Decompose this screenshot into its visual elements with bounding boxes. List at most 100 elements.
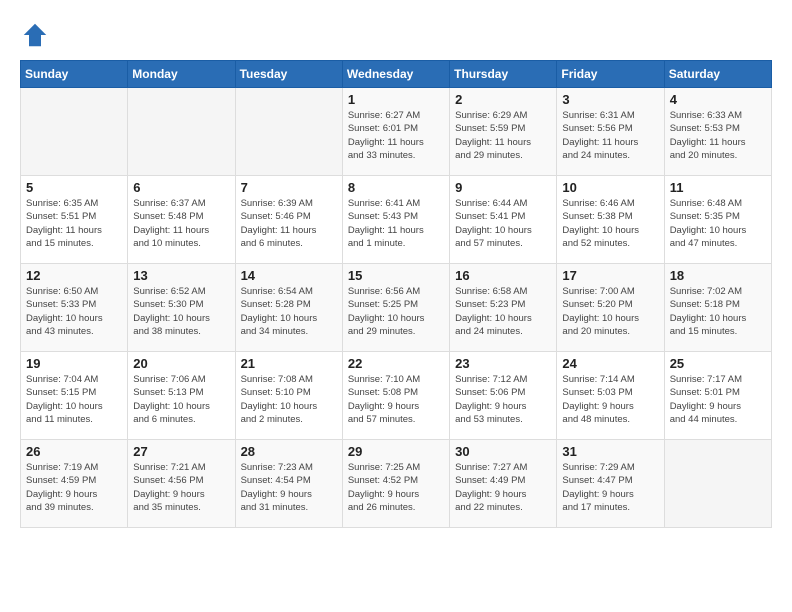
day-number: 4 [670, 92, 766, 107]
page-header [20, 20, 772, 50]
day-number: 13 [133, 268, 229, 283]
day-info: Sunrise: 6:35 AM Sunset: 5:51 PM Dayligh… [26, 197, 122, 250]
day-number: 30 [455, 444, 551, 459]
calendar-cell: 6Sunrise: 6:37 AM Sunset: 5:48 PM Daylig… [128, 176, 235, 264]
calendar-cell: 3Sunrise: 6:31 AM Sunset: 5:56 PM Daylig… [557, 88, 664, 176]
day-info: Sunrise: 6:54 AM Sunset: 5:28 PM Dayligh… [241, 285, 337, 338]
col-header-saturday: Saturday [664, 61, 771, 88]
calendar-cell [128, 88, 235, 176]
day-number: 23 [455, 356, 551, 371]
day-info: Sunrise: 6:44 AM Sunset: 5:41 PM Dayligh… [455, 197, 551, 250]
calendar-cell: 25 Sunrise: 7:17 AM Sunset: 5:01 PM Dayli… [664, 352, 771, 440]
day-number: 9 [455, 180, 551, 195]
day-info: Sunrise: 7:02 AM Sunset: 5:18 PM Dayligh… [670, 285, 766, 338]
day-info: Sunrise: 7:08 AM Sunset: 5:10 PM Dayligh… [241, 373, 337, 426]
day-number: 21 [241, 356, 337, 371]
day-number: 14 [241, 268, 337, 283]
day-number: 20 [133, 356, 229, 371]
day-info: Sunrise: 6:27 AM Sunset: 6:01 PM Dayligh… [348, 109, 444, 162]
day-info: Sunrise: 7:14 AM Sunset: 5:03 PM Dayligh… [562, 373, 658, 426]
calendar-header: SundayMondayTuesdayWednesdayThursdayFrid… [21, 61, 772, 88]
calendar-cell: 20 Sunrise: 7:06 AM Sunset: 5:13 PM Dayli… [128, 352, 235, 440]
day-number: 25 [670, 356, 766, 371]
day-info: Sunrise: 7:06 AM Sunset: 5:13 PM Dayligh… [133, 373, 229, 426]
day-info: Sunrise: 7:12 AM Sunset: 5:06 PM Dayligh… [455, 373, 551, 426]
logo-icon [20, 20, 50, 50]
day-info: Sunrise: 7:17 AM Sunset: 5:01 PM Dayligh… [670, 373, 766, 426]
calendar-cell: 18 Sunrise: 7:02 AM Sunset: 5:18 PM Dayli… [664, 264, 771, 352]
calendar-table: SundayMondayTuesdayWednesdayThursdayFrid… [20, 60, 772, 528]
calendar-cell [21, 88, 128, 176]
calendar-cell: 14 Sunrise: 6:54 AM Sunset: 5:28 PM Dayli… [235, 264, 342, 352]
calendar-cell: 15 Sunrise: 6:56 AM Sunset: 5:25 PM Dayli… [342, 264, 449, 352]
day-info: Sunrise: 7:25 AM Sunset: 4:52 PM Dayligh… [348, 461, 444, 514]
day-info: Sunrise: 6:52 AM Sunset: 5:30 PM Dayligh… [133, 285, 229, 338]
calendar-cell: 9 Sunrise: 6:44 AM Sunset: 5:41 PM Daylig… [450, 176, 557, 264]
day-info: Sunrise: 7:10 AM Sunset: 5:08 PM Dayligh… [348, 373, 444, 426]
day-number: 18 [670, 268, 766, 283]
day-info: Sunrise: 6:46 AM Sunset: 5:38 PM Dayligh… [562, 197, 658, 250]
day-info: Sunrise: 6:58 AM Sunset: 5:23 PM Dayligh… [455, 285, 551, 338]
calendar-cell: 19Sunrise: 7:04 AM Sunset: 5:15 PM Dayli… [21, 352, 128, 440]
calendar-cell: 29 Sunrise: 7:25 AM Sunset: 4:52 PM Dayli… [342, 440, 449, 528]
calendar-cell: 31Sunrise: 7:29 AM Sunset: 4:47 PM Dayli… [557, 440, 664, 528]
day-info: Sunrise: 6:29 AM Sunset: 5:59 PM Dayligh… [455, 109, 551, 162]
day-info: Sunrise: 7:00 AM Sunset: 5:20 PM Dayligh… [562, 285, 658, 338]
day-number: 7 [241, 180, 337, 195]
calendar-week-1: 1 Sunrise: 6:27 AM Sunset: 6:01 PM Daylig… [21, 88, 772, 176]
calendar-cell [235, 88, 342, 176]
day-number: 31 [562, 444, 658, 459]
calendar-cell: 17 Sunrise: 7:00 AM Sunset: 5:20 PM Dayli… [557, 264, 664, 352]
day-number: 15 [348, 268, 444, 283]
calendar-cell: 1 Sunrise: 6:27 AM Sunset: 6:01 PM Daylig… [342, 88, 449, 176]
day-info: Sunrise: 6:31 AM Sunset: 5:56 PM Dayligh… [562, 109, 658, 162]
day-info: Sunrise: 6:39 AM Sunset: 5:46 PM Dayligh… [241, 197, 337, 250]
calendar-cell [664, 440, 771, 528]
calendar-cell: 11 Sunrise: 6:48 AM Sunset: 5:35 PM Dayli… [664, 176, 771, 264]
day-info: Sunrise: 7:21 AM Sunset: 4:56 PM Dayligh… [133, 461, 229, 514]
day-info: Sunrise: 7:19 AM Sunset: 4:59 PM Dayligh… [26, 461, 122, 514]
day-number: 11 [670, 180, 766, 195]
col-header-wednesday: Wednesday [342, 61, 449, 88]
col-header-friday: Friday [557, 61, 664, 88]
day-number: 29 [348, 444, 444, 459]
day-info: Sunrise: 7:27 AM Sunset: 4:49 PM Dayligh… [455, 461, 551, 514]
calendar-cell: 27 Sunrise: 7:21 AM Sunset: 4:56 PM Dayli… [128, 440, 235, 528]
calendar-cell: 21 Sunrise: 7:08 AM Sunset: 5:10 PM Dayli… [235, 352, 342, 440]
calendar-cell: 10 Sunrise: 6:46 AM Sunset: 5:38 PM Dayli… [557, 176, 664, 264]
day-info: Sunrise: 7:23 AM Sunset: 4:54 PM Dayligh… [241, 461, 337, 514]
calendar-cell: 22 Sunrise: 7:10 AM Sunset: 5:08 PM Dayli… [342, 352, 449, 440]
day-info: Sunrise: 6:50 AM Sunset: 5:33 PM Dayligh… [26, 285, 122, 338]
calendar-cell: 13 Sunrise: 6:52 AM Sunset: 5:30 PM Dayli… [128, 264, 235, 352]
day-number: 12 [26, 268, 122, 283]
calendar-cell: 8Sunrise: 6:41 AM Sunset: 5:43 PM Daylig… [342, 176, 449, 264]
day-number: 10 [562, 180, 658, 195]
calendar-week-5: 26 Sunrise: 7:19 AM Sunset: 4:59 PM Dayli… [21, 440, 772, 528]
day-number: 26 [26, 444, 122, 459]
day-number: 1 [348, 92, 444, 107]
calendar-cell: 2 Sunrise: 6:29 AM Sunset: 5:59 PM Daylig… [450, 88, 557, 176]
day-number: 16 [455, 268, 551, 283]
calendar-week-4: 19Sunrise: 7:04 AM Sunset: 5:15 PM Dayli… [21, 352, 772, 440]
day-number: 27 [133, 444, 229, 459]
day-number: 22 [348, 356, 444, 371]
calendar-cell: 26 Sunrise: 7:19 AM Sunset: 4:59 PM Dayli… [21, 440, 128, 528]
calendar-cell: 30 Sunrise: 7:27 AM Sunset: 4:49 PM Dayli… [450, 440, 557, 528]
calendar-cell: 7 Sunrise: 6:39 AM Sunset: 5:46 PM Daylig… [235, 176, 342, 264]
col-header-monday: Monday [128, 61, 235, 88]
day-number: 5 [26, 180, 122, 195]
calendar-cell: 23 Sunrise: 7:12 AM Sunset: 5:06 PM Dayli… [450, 352, 557, 440]
day-info: Sunrise: 6:56 AM Sunset: 5:25 PM Dayligh… [348, 285, 444, 338]
calendar-cell: 4 Sunrise: 6:33 AM Sunset: 5:53 PM Daylig… [664, 88, 771, 176]
day-number: 24 [562, 356, 658, 371]
calendar-cell: 12 Sunrise: 6:50 AM Sunset: 5:33 PM Dayli… [21, 264, 128, 352]
day-info: Sunrise: 6:33 AM Sunset: 5:53 PM Dayligh… [670, 109, 766, 162]
col-header-sunday: Sunday [21, 61, 128, 88]
day-number: 17 [562, 268, 658, 283]
day-info: Sunrise: 6:48 AM Sunset: 5:35 PM Dayligh… [670, 197, 766, 250]
calendar-cell: 24 Sunrise: 7:14 AM Sunset: 5:03 PM Dayli… [557, 352, 664, 440]
day-number: 8 [348, 180, 444, 195]
logo [20, 20, 56, 50]
day-number: 2 [455, 92, 551, 107]
calendar-cell: 28Sunrise: 7:23 AM Sunset: 4:54 PM Dayli… [235, 440, 342, 528]
